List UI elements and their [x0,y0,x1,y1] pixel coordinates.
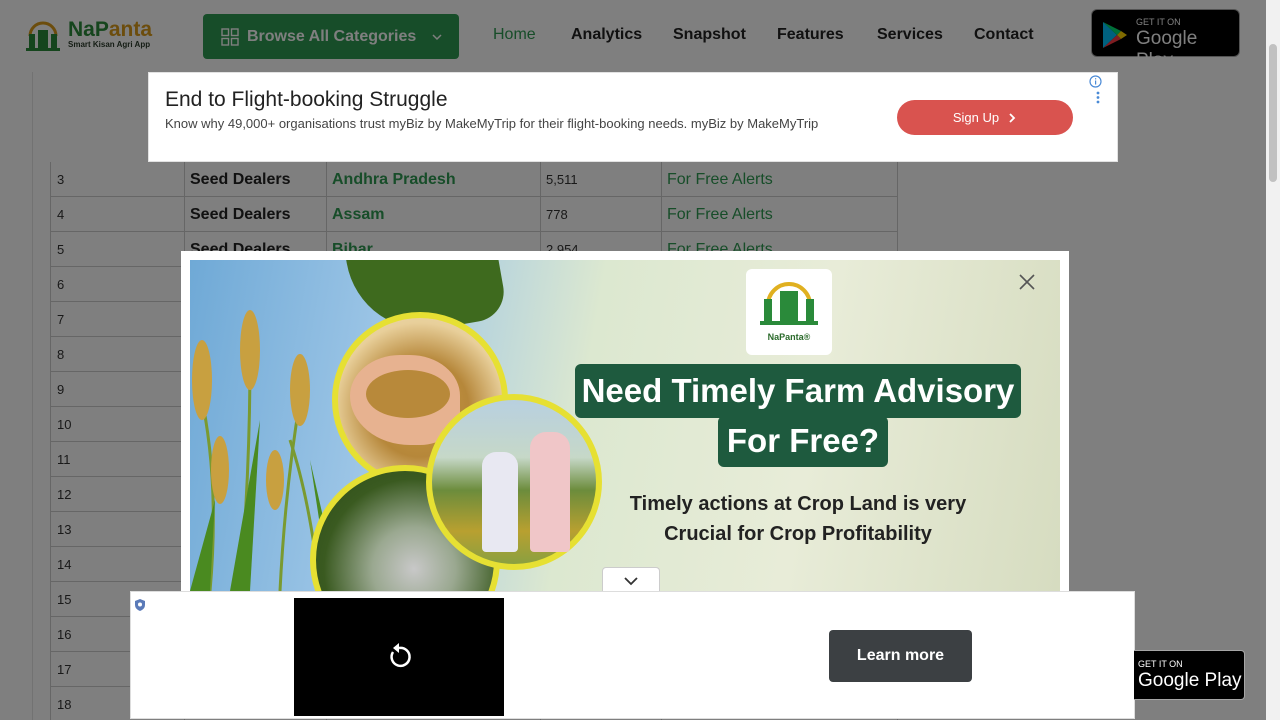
advisory-popup: NaPanta® Need Timely Farm Advisory For F… [181,251,1069,591]
popup-subtext: Timely actions at Crop Land is very Cruc… [629,493,967,545]
chevron-down-icon [624,577,638,586]
chevron-right-icon [1009,112,1016,123]
bottom-anchor-ad[interactable]: Learn more [130,591,1135,719]
collapse-ad-toggle[interactable] [602,567,660,594]
popup-headline-line1: Need Timely Farm Advisory [575,364,1021,418]
popup-napanta-logo: NaPanta® [746,269,832,355]
learn-more-button[interactable]: Learn more [829,630,972,682]
farmer-figure [482,452,518,552]
store-small-text: GET IT ON [1138,659,1183,669]
close-icon[interactable] [1017,272,1037,292]
info-icon[interactable] [1089,75,1102,88]
google-play-badge-bottom[interactable]: GET IT ON Google Play [1134,650,1245,700]
popup-logo-text: NaPanta® [767,332,811,342]
ad-video-player[interactable] [294,598,504,716]
ad-signup-button[interactable]: Sign Up [897,100,1073,135]
popup-banner-image[interactable]: NaPanta® Need Timely Farm Advisory For F… [190,260,1060,591]
shield-icon[interactable] [133,598,147,612]
napanta-logo-icon [760,282,818,325]
farmer-figure [530,432,570,552]
store-big-text: Google Play [1138,670,1242,691]
grain-shape [366,370,450,418]
ad-description: Know why 49,000+ organisations trust myB… [165,116,819,131]
popup-headline-line2: For Free? [718,416,888,467]
more-vertical-icon[interactable] [1095,91,1101,104]
ad-choices[interactable] [1089,75,1117,107]
replay-icon[interactable] [384,642,414,672]
page-scrollbar[interactable] [1266,0,1280,720]
ad-signup-label: Sign Up [952,110,1000,125]
ad-title: End to Flight-booking Struggle [165,88,448,111]
top-banner-ad[interactable]: End to Flight-booking Struggle Know why … [148,72,1118,162]
scrollbar-thumb[interactable] [1269,44,1277,182]
